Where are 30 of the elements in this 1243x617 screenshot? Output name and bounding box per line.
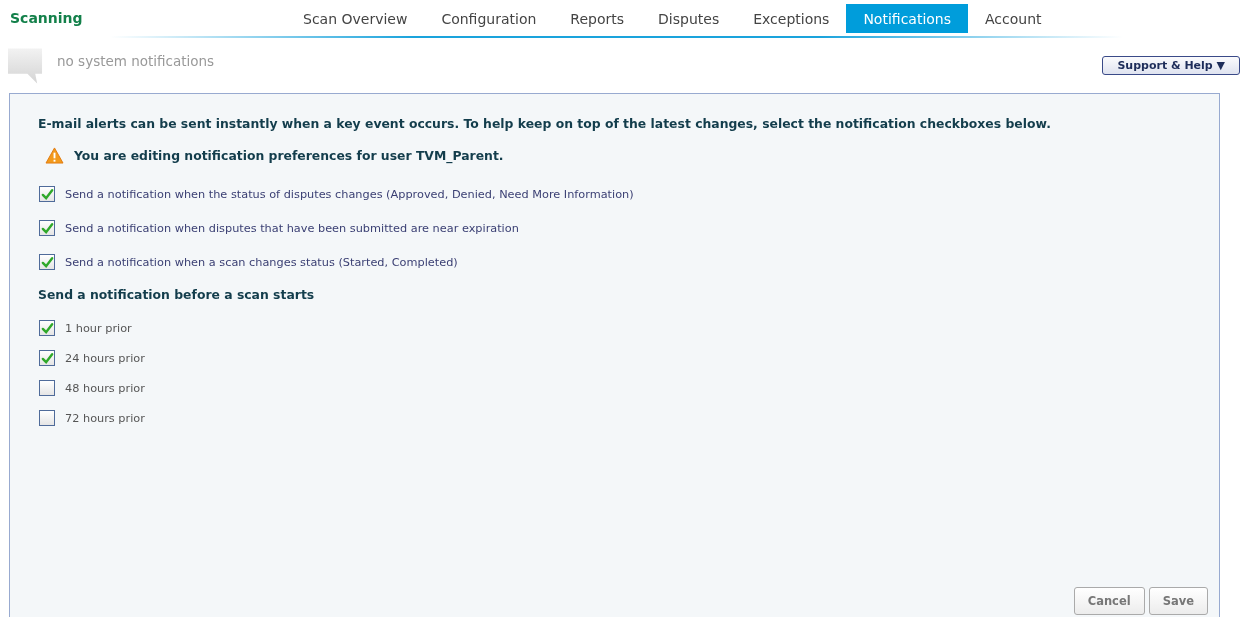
checkbox[interactable]: [39, 186, 55, 202]
warning-icon: [45, 147, 64, 164]
option-label: Send a notification when disputes that have been submitted are near expiration: [65, 221, 519, 235]
checkbox[interactable]: [39, 320, 55, 336]
nav-tab[interactable]: Exceptions: [736, 3, 847, 33]
section-heading: Send a notification before a scan starts: [38, 287, 316, 302]
checkbox[interactable]: [39, 350, 55, 366]
warning-text: You are editing notification preferences for user TVM_Parent.: [74, 148, 504, 163]
support-help-button[interactable]: Support & Help ▼: [1102, 56, 1240, 75]
option-label: Send a notification when the status of disputes changes (Approved, Denied, Need More Information): [65, 187, 634, 201]
intro-text: E-mail alerts can be sent instantly when a key event occurs. To help keep on top of the latest changes, select the notification checkboxes below.: [38, 116, 1052, 131]
checkbox[interactable]: [39, 220, 55, 236]
notification-status: no system notifications: [57, 53, 216, 69]
action-button[interactable]: Cancel: [1073, 587, 1145, 615]
option-label: 72 hours prior: [65, 411, 145, 425]
app-title: Scanning: [9, 10, 84, 26]
nav-tab[interactable]: Account: [968, 3, 1059, 33]
action-button[interactable]: Save: [1148, 587, 1208, 615]
option-label: 1 hour prior: [65, 321, 132, 335]
nav-tab[interactable]: Configuration: [424, 3, 554, 33]
nav-tab[interactable]: Reports: [553, 3, 642, 33]
nav-tab[interactable]: Scan Overview: [286, 3, 425, 33]
speech-bubble-icon: [8, 48, 43, 84]
checkbox[interactable]: [39, 410, 55, 426]
option-label: 24 hours prior: [65, 351, 145, 365]
nav-tab[interactable]: Disputes: [641, 3, 737, 33]
checkbox[interactable]: [39, 254, 55, 270]
checkbox[interactable]: [39, 380, 55, 396]
option-label: Send a notification when a scan changes status (Started, Completed): [65, 255, 458, 269]
option-label: 48 hours prior: [65, 381, 145, 395]
